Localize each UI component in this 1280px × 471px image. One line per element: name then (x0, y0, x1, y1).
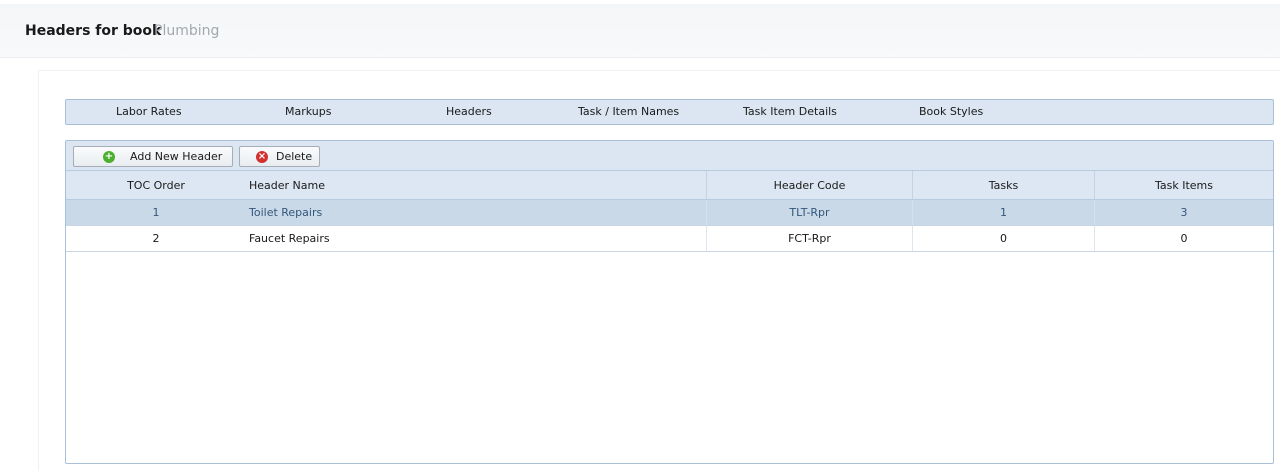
grid-toolbar: + Add New Header × Delete (66, 141, 1273, 171)
delete-button[interactable]: × Delete (239, 146, 320, 167)
table-row[interactable]: 2 Faucet Repairs FCT-Rpr 0 0 (66, 226, 1273, 252)
page-title: Headers for book (25, 23, 162, 39)
add-new-header-label: Add New Header (130, 150, 223, 163)
column-header-header-name[interactable]: Header Name (246, 171, 706, 199)
book-name: Plumbing (154, 23, 220, 39)
delete-circle-icon: × (256, 151, 268, 163)
cell-task-items: 0 (1094, 226, 1273, 251)
cell-tasks: 1 (912, 200, 1094, 225)
tab-task-item-details[interactable]: Task Item Details (743, 100, 837, 124)
grid-header-row: TOC Order Header Name Header Code Tasks … (66, 171, 1273, 200)
tab-markups[interactable]: Markups (285, 100, 331, 124)
cell-header-name: Toilet Repairs (249, 206, 323, 219)
column-header-task-items[interactable]: Task Items (1094, 171, 1273, 199)
column-header-toc-order[interactable]: TOC Order (66, 171, 246, 199)
tab-headers[interactable]: Headers (446, 100, 492, 124)
delete-label: Delete (276, 150, 313, 163)
cell-toc-order: 1 (152, 206, 160, 219)
table-row[interactable]: 1 Toilet Repairs TLT-Rpr 1 3 (66, 200, 1273, 226)
column-header-header-code[interactable]: Header Code (706, 171, 912, 199)
tab-labor-rates[interactable]: Labor Rates (116, 100, 182, 124)
cell-toc-order: 2 (152, 232, 160, 245)
cell-header-code: TLT-Rpr (706, 200, 912, 225)
cell-tasks: 0 (912, 226, 1094, 251)
cell-header-name: Faucet Repairs (249, 232, 330, 245)
cell-task-items: 3 (1094, 200, 1273, 225)
headers-grid: + Add New Header × Delete TOC Order Head… (65, 140, 1274, 464)
add-circle-icon: + (103, 151, 115, 163)
settings-tabbar: Labor Rates Markups Headers Task / Item … (65, 99, 1274, 125)
add-new-header-button[interactable]: + Add New Header (73, 146, 233, 167)
page-header: Headers for book Plumbing (0, 4, 1280, 58)
tab-task-item-names[interactable]: Task / Item Names (578, 100, 679, 124)
column-header-tasks[interactable]: Tasks (912, 171, 1094, 199)
cell-header-code: FCT-Rpr (706, 226, 912, 251)
tab-book-styles[interactable]: Book Styles (919, 100, 983, 124)
